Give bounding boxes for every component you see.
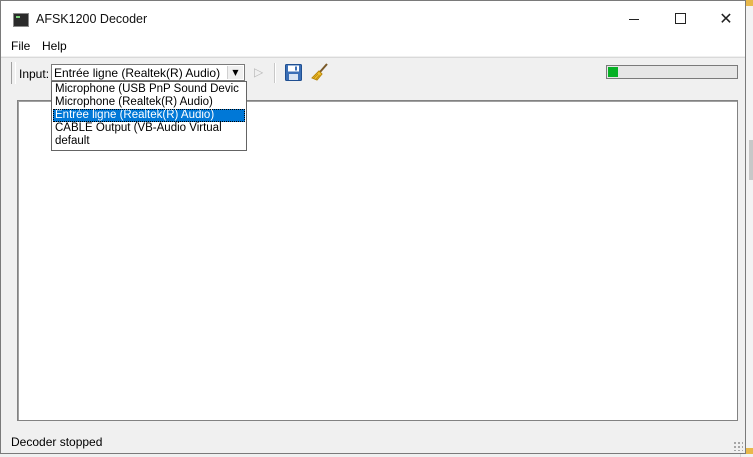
maximize-button[interactable] <box>657 1 703 37</box>
menu-help[interactable]: Help <box>42 39 67 53</box>
start-button[interactable]: ▷ <box>254 65 266 79</box>
audio-level-meter <box>606 65 738 79</box>
input-device-dropdown[interactable]: Microphone (USB PnP Sound Devic Microphon… <box>51 81 247 151</box>
chevron-down-icon[interactable]: ▼ <box>227 66 243 79</box>
resize-grip[interactable] <box>733 441 743 451</box>
status-bar: Decoder stopped <box>1 433 745 453</box>
audio-level-fill <box>608 67 618 77</box>
title-bar[interactable]: AFSK1200 Decoder ✕ <box>1 1 745 37</box>
input-device-select[interactable]: Entrée ligne (Realtek(R) Audio) ▼ <box>51 64 245 81</box>
close-icon: ✕ <box>719 9 733 28</box>
background-scroll-strip <box>749 140 753 180</box>
toolbar-separator <box>274 63 276 83</box>
dropdown-option[interactable]: CABLE Output (VB-Audio Virtual <box>53 122 245 135</box>
input-label: Input: <box>19 67 50 81</box>
dropdown-option[interactable]: default <box>53 135 245 148</box>
minimize-icon <box>629 19 639 20</box>
dropdown-option[interactable]: Entrée ligne (Realtek(R) Audio) <box>53 109 245 122</box>
close-button[interactable]: ✕ <box>703 1 749 37</box>
menu-bar: File Help <box>1 37 745 56</box>
input-device-value: Entrée ligne (Realtek(R) Audio) <box>54 66 221 80</box>
minimize-button[interactable] <box>611 1 657 37</box>
window-title: AFSK1200 Decoder <box>36 12 148 26</box>
menu-file[interactable]: File <box>11 39 30 53</box>
app-icon <box>13 13 29 27</box>
save-button[interactable] <box>285 64 302 81</box>
toolbar-grip[interactable] <box>11 62 16 84</box>
play-icon: ▷ <box>254 65 264 79</box>
status-text: Decoder stopped <box>11 435 103 449</box>
app-window: AFSK1200 Decoder ✕ File Help Input: Entr… <box>0 0 746 454</box>
dropdown-option[interactable]: Microphone (Realtek(R) Audio) <box>53 96 245 109</box>
clear-button[interactable] <box>310 62 330 82</box>
maximize-icon <box>674 13 686 24</box>
save-icon <box>285 64 302 81</box>
broom-icon <box>311 63 328 81</box>
dropdown-option[interactable]: Microphone (USB PnP Sound Devic <box>53 83 245 96</box>
